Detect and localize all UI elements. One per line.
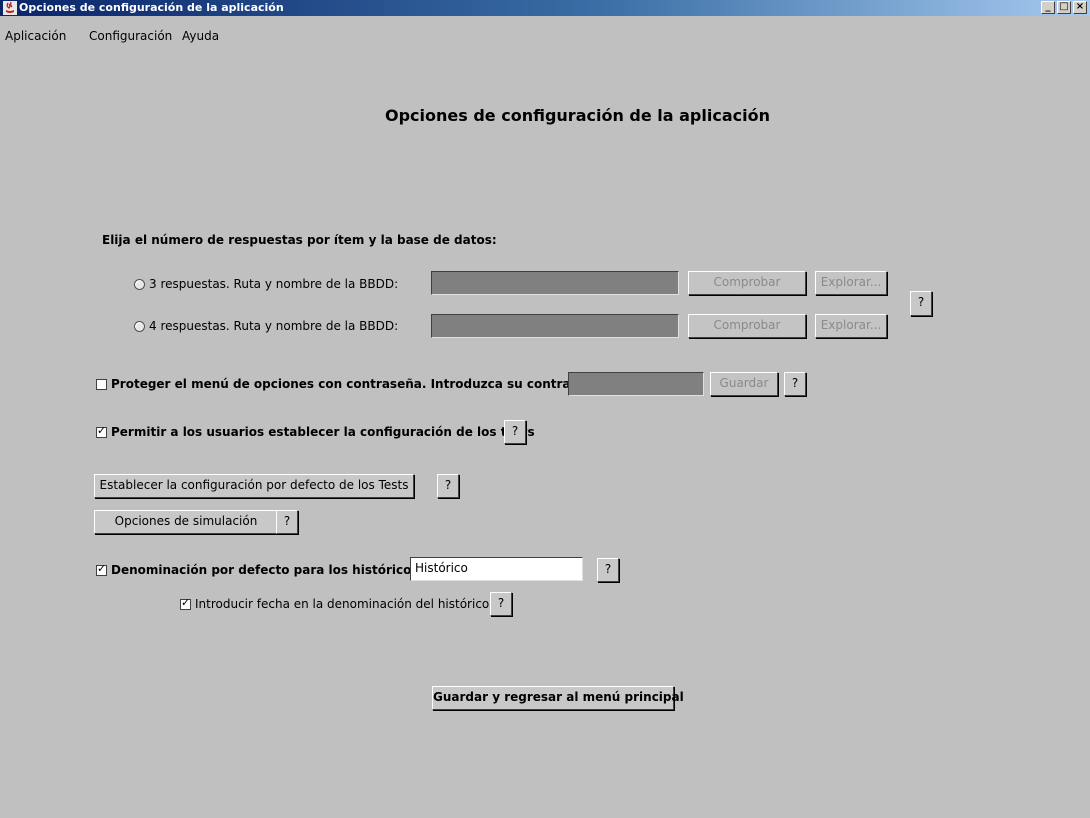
java-app-icon	[3, 1, 17, 15]
db-option-4-row[interactable]: 4 respuestas. Ruta y nombre de la BBDD:	[134, 314, 398, 338]
password-save-button[interactable]: Guardar	[710, 372, 778, 396]
history-date-label: Introducir fecha en la denominación del …	[195, 597, 490, 611]
close-button[interactable]: ×	[1073, 1, 1087, 14]
window-title: Opciones de configuración de la aplicaci…	[19, 1, 284, 14]
db-help-button[interactable]: ?	[910, 291, 932, 316]
check-mark-icon: ✓	[181, 595, 191, 609]
db-path-field-4[interactable]	[431, 314, 679, 338]
title-bar: Opciones de configuración de la aplicaci…	[0, 0, 1090, 26]
password-field[interactable]	[568, 372, 704, 396]
password-help-button[interactable]: ?	[784, 372, 806, 396]
explorar-button-4[interactable]: Explorar...	[815, 314, 887, 338]
maximize-button[interactable]: □	[1057, 1, 1071, 14]
radio-3-respuestas-label: 3 respuestas. Ruta y nombre de la BBDD:	[149, 277, 399, 291]
history-date-row[interactable]: ✓ Introducir fecha en la denominación de…	[180, 592, 489, 616]
password-label: Proteger el menú de opciones con contras…	[111, 377, 608, 391]
menu-ayuda[interactable]: Ayuda	[182, 29, 219, 43]
history-name-help-button[interactable]: ?	[597, 558, 619, 582]
allow-users-row[interactable]: ✓ Permitir a los usuarios establecer la …	[96, 420, 535, 444]
allow-users-label: Permitir a los usuarios establecer la co…	[111, 425, 535, 439]
explorar-button-3[interactable]: Explorar...	[815, 271, 887, 295]
comprobar-button-4[interactable]: Comprobar	[688, 314, 806, 338]
comprobar-button-3[interactable]: Comprobar	[688, 271, 806, 295]
history-name-checkbox[interactable]: ✓	[96, 561, 107, 576]
db-path-field-3[interactable]	[431, 271, 679, 295]
history-date-checkbox[interactable]: ✓	[180, 595, 191, 610]
title-bar-background: Opciones de configuración de la aplicaci…	[0, 0, 1090, 16]
history-name-input[interactable]: Histórico	[410, 557, 583, 581]
password-check-row[interactable]: Proteger el menú de opciones con contras…	[96, 372, 607, 396]
default-tests-config-button[interactable]: Establecer la configuración por defecto …	[94, 474, 414, 498]
check-mark-icon: ✓	[97, 423, 107, 437]
menu-configuracion[interactable]: Configuración	[89, 29, 172, 43]
allow-users-checkbox[interactable]: ✓	[96, 423, 107, 438]
menu-aplicacion[interactable]: Aplicación	[5, 29, 66, 43]
radio-4-respuestas[interactable]	[134, 320, 145, 332]
db-section-label: Elija el número de respuestas por ítem y…	[102, 233, 497, 247]
simulation-options-button[interactable]: Opciones de simulación	[94, 510, 278, 534]
radio-4-respuestas-label: 4 respuestas. Ruta y nombre de la BBDD:	[149, 319, 399, 333]
minimize-button[interactable]: _	[1041, 1, 1055, 14]
check-mark-icon: ✓	[97, 561, 107, 575]
allow-users-help-button[interactable]: ?	[504, 420, 526, 444]
history-date-help-button[interactable]: ?	[490, 592, 512, 616]
default-tests-help-button[interactable]: ?	[437, 474, 459, 498]
menu-bar: Aplicación Configuración Ayuda	[0, 26, 1090, 46]
page-title: Opciones de configuración de la aplicaci…	[385, 106, 770, 125]
history-name-label: Denominación por defecto para los histór…	[111, 563, 424, 577]
save-return-button[interactable]: Guardar y regresar al menú principal	[432, 686, 684, 710]
simulation-help-button[interactable]: ?	[276, 510, 298, 534]
password-checkbox[interactable]	[96, 378, 107, 390]
history-name-row[interactable]: ✓ Denominación por defecto para los hist…	[96, 558, 423, 582]
db-option-3-row[interactable]: 3 respuestas. Ruta y nombre de la BBDD:	[134, 272, 398, 296]
radio-3-respuestas[interactable]	[134, 278, 145, 290]
